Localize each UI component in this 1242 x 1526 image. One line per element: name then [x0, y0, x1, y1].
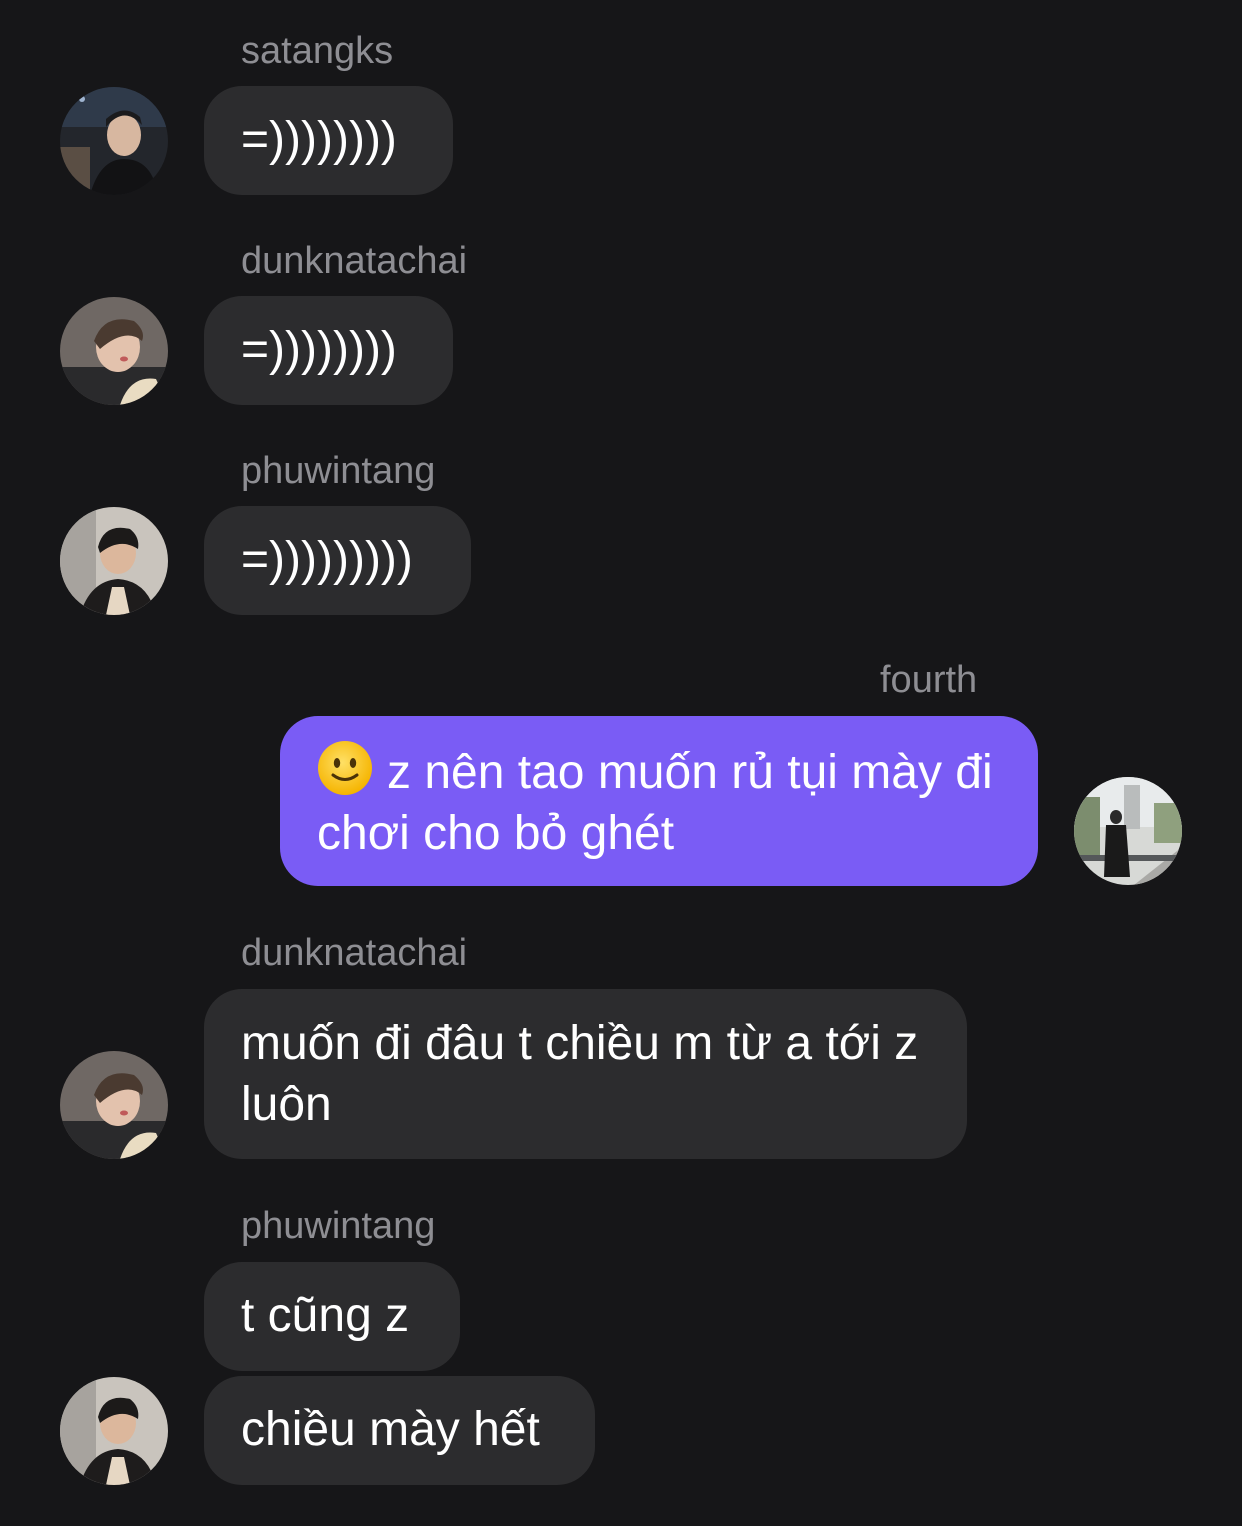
slightly-smiling-face-icon: [318, 741, 372, 795]
avatar-satangks[interactable]: [60, 87, 168, 195]
avatar-fourth[interactable]: [1074, 777, 1182, 885]
message-bubble[interactable]: =)))))))): [204, 86, 453, 195]
sender-name: fourth: [880, 659, 978, 701]
profile-photo-icon: [60, 297, 168, 405]
message-bubble[interactable]: =))))))))): [204, 506, 471, 615]
avatar-dunknatachai[interactable]: [60, 1051, 168, 1159]
profile-photo-icon: [60, 1051, 168, 1159]
sender-name: phuwintang: [241, 450, 436, 492]
sender-name: phuwintang: [241, 1205, 436, 1247]
avatar-phuwintang[interactable]: [60, 1377, 168, 1485]
message-bubble[interactable]: =)))))))): [204, 296, 453, 405]
profile-photo-icon: [1074, 777, 1182, 885]
own-message-bubble[interactable]: z nên tao muốn rủ tụi mày đi chơi cho bỏ…: [280, 716, 1038, 886]
avatar-phuwintang[interactable]: [60, 507, 168, 615]
message-text: z nên tao muốn rủ tụi mày đi chơi cho bỏ…: [317, 746, 993, 860]
message-text: =)))))))): [241, 113, 397, 166]
message-text: =)))))))): [241, 323, 397, 376]
message-text: =))))))))): [241, 533, 413, 586]
message-text: chiều mày hết: [241, 1403, 540, 1456]
sender-name: dunknatachai: [241, 932, 468, 974]
sender-name: dunknatachai: [241, 240, 468, 282]
avatar-dunknatachai[interactable]: [60, 297, 168, 405]
message-text: muốn đi đâu t chiều m từ a tới z luôn: [241, 1017, 919, 1131]
sender-name: satangks: [241, 30, 394, 72]
message-bubble[interactable]: t cũng z: [204, 1262, 460, 1371]
message-bubble[interactable]: muốn đi đâu t chiều m từ a tới z luôn: [204, 989, 967, 1159]
message-bubble[interactable]: chiều mày hết: [204, 1376, 595, 1485]
message-text: t cũng z: [241, 1289, 410, 1342]
profile-photo-icon: [60, 1377, 168, 1485]
profile-photo-icon: [60, 87, 168, 195]
profile-photo-icon: [60, 507, 168, 615]
